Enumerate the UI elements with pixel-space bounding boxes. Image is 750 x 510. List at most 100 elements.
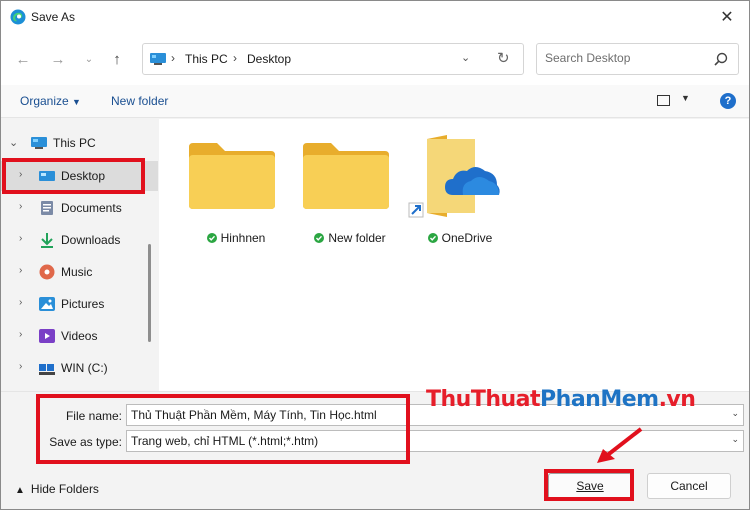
chevron-down-icon: ⌄: [9, 137, 19, 149]
watermark-part: PhanMem: [540, 387, 659, 412]
watermark-part: ThuThuat: [426, 387, 541, 412]
nav-label: WIN (C:): [61, 361, 108, 375]
search-box[interactable]: [536, 43, 739, 75]
recent-locations-button[interactable]: ⌄: [77, 47, 101, 71]
breadcrumb-chevron-icon: ›: [233, 51, 237, 65]
file-item-new-folder[interactable]: New folder: [295, 131, 405, 245]
navigation-scrollbar[interactable]: [148, 244, 151, 342]
nav-item-desktop[interactable]: › Desktop: [1, 161, 158, 191]
chevron-right-icon: ›: [19, 329, 23, 340]
downloads-icon: [41, 233, 53, 248]
nav-item-videos[interactable]: › Videos: [1, 321, 158, 351]
file-item-label: Hinhnen: [181, 231, 291, 245]
drive-icon: [39, 364, 55, 375]
nav-label: This PC: [53, 136, 96, 150]
nav-item-win-c[interactable]: › WIN (C:): [1, 353, 158, 383]
file-name: New folder: [328, 231, 386, 245]
chevron-right-icon: ›: [19, 201, 23, 212]
nav-item-music[interactable]: › Music: [1, 257, 158, 287]
save-as-type-label: Save as type:: [49, 435, 122, 449]
save-label: Save: [576, 479, 604, 493]
nav-item-downloads[interactable]: › Downloads: [1, 225, 158, 255]
file-name: Hinhnen: [220, 231, 266, 245]
this-pc-icon: [150, 53, 166, 65]
documents-icon: [41, 201, 53, 215]
nav-item-documents[interactable]: › Documents: [1, 193, 158, 223]
address-bar[interactable]: › This PC › Desktop ⌄ ↻: [142, 43, 524, 75]
navigation-bar: ← → ⌄ ↑ › This PC › Desktop ⌄ ↻: [1, 33, 749, 85]
view-options-icon[interactable]: [657, 95, 670, 106]
chevron-up-icon: ▲: [15, 485, 25, 496]
chevron-down-icon[interactable]: ⌄: [731, 408, 739, 419]
up-button[interactable]: ↑: [105, 47, 129, 71]
file-list: Hinhnen New folder OneDrive: [159, 119, 749, 391]
onedrive-folder-icon: [408, 135, 500, 218]
pictures-icon: [39, 297, 55, 311]
chevron-right-icon: ›: [19, 265, 23, 276]
nav-label: Pictures: [61, 297, 105, 311]
nav-label: Videos: [61, 329, 98, 343]
hide-folders-toggle[interactable]: ▲ Hide Folders: [15, 482, 99, 496]
site-watermark: ThuThuatPhanMem.vn: [426, 387, 696, 412]
videos-icon: [39, 329, 55, 343]
chevron-down-icon: ⌄: [84, 53, 94, 65]
new-folder-button[interactable]: New folder: [111, 94, 168, 108]
breadcrumb-chevron-icon: ›: [171, 51, 175, 65]
file-item-onedrive[interactable]: OneDrive: [405, 131, 515, 245]
chevron-right-icon: ›: [19, 361, 23, 372]
nav-label: Desktop: [61, 169, 106, 183]
desktop-icon: [39, 171, 55, 181]
navigation-pane: ⌄ This PC › Desktop › Documents › Downlo…: [1, 119, 158, 391]
file-item-label: OneDrive: [405, 231, 515, 245]
close-button[interactable]: ✕: [705, 1, 749, 33]
this-pc-icon: [31, 137, 47, 149]
nav-label: Downloads: [61, 233, 121, 247]
chevron-right-icon: ›: [19, 169, 23, 180]
refresh-icon[interactable]: ↻: [497, 49, 510, 67]
back-button[interactable]: ←: [11, 47, 35, 71]
organize-label: Organize: [20, 94, 69, 108]
title-bar: Save As ✕: [1, 1, 749, 33]
edge-browser-icon: [10, 9, 26, 25]
breadcrumb-this-pc[interactable]: This PC: [185, 52, 228, 66]
cancel-button[interactable]: Cancel: [647, 473, 731, 499]
watermark-part: .vn: [658, 387, 696, 412]
chevron-right-icon: ›: [19, 297, 23, 308]
file-name-label: File name:: [65, 409, 122, 423]
folder-icon: [303, 143, 389, 209]
close-icon: ✕: [720, 9, 734, 26]
folder-icon: [189, 143, 275, 209]
file-item-hinhnen[interactable]: Hinhnen: [181, 131, 291, 245]
command-bar: Organize ▼ New folder ▼ ?: [1, 85, 749, 118]
caret-down-icon: ▼: [72, 97, 81, 107]
nav-item-pictures[interactable]: › Pictures: [1, 289, 158, 319]
arrow-up-icon: ↑: [113, 50, 121, 68]
nav-label: Music: [61, 265, 93, 279]
search-icon: [714, 52, 728, 66]
breadcrumb-desktop[interactable]: Desktop: [247, 52, 291, 66]
help-icon[interactable]: ?: [720, 93, 736, 109]
arrow-right-icon: →: [50, 50, 66, 68]
save-as-dialog: Save As ✕ ← → ⌄ ↑ › This PC › Desktop ⌄ …: [0, 0, 750, 510]
nav-item-this-pc[interactable]: ⌄ This PC: [1, 128, 158, 158]
chevron-right-icon: ›: [19, 233, 23, 244]
window-title: Save As: [31, 10, 76, 24]
forward-button[interactable]: →: [46, 47, 70, 71]
file-item-label: New folder: [295, 231, 405, 245]
save-as-type-select[interactable]: ⌄: [126, 430, 744, 452]
arrow-left-icon: ←: [15, 50, 31, 68]
hide-folders-label: Hide Folders: [30, 482, 99, 496]
sync-status-icon: [427, 233, 438, 243]
file-name: OneDrive: [441, 231, 493, 245]
chevron-down-icon[interactable]: ⌄: [731, 434, 739, 445]
caret-down-icon[interactable]: ▼: [681, 93, 690, 103]
save-button[interactable]: Save: [548, 473, 632, 499]
organize-menu[interactable]: Organize ▼: [20, 94, 81, 108]
sync-status-icon: [206, 233, 217, 243]
address-dropdown-icon[interactable]: ⌄: [461, 51, 470, 64]
nav-label: Documents: [61, 201, 122, 215]
music-icon: [39, 264, 55, 280]
sync-status-icon: [314, 233, 325, 243]
search-input[interactable]: [545, 51, 715, 65]
arrow-annotation-icon: [597, 427, 643, 463]
